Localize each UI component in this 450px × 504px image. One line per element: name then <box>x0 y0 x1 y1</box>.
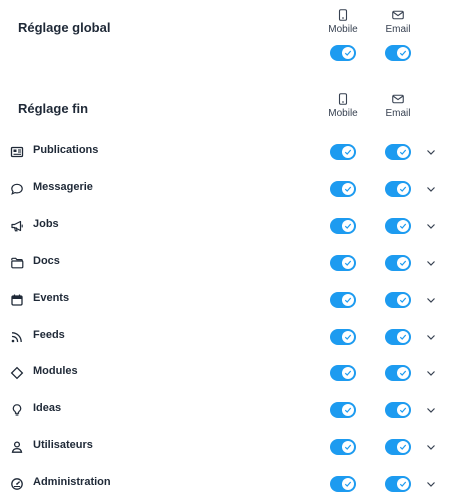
check-icon <box>399 334 407 340</box>
fine-settings-title: Réglage fin <box>18 101 89 116</box>
gauge-icon <box>11 478 23 490</box>
publications-email-toggle[interactable] <box>385 144 411 160</box>
global-settings-title: Réglage global <box>18 20 111 35</box>
check-icon <box>399 50 407 56</box>
events-email-toggle[interactable] <box>385 291 411 308</box>
fine-setting-row-messagerie: Messagerie <box>0 174 450 204</box>
fine-email-label: Email <box>385 108 411 119</box>
fine-setting-row-utilisateurs: Utilisateurs <box>0 432 450 462</box>
mobile-phone-icon <box>338 9 348 21</box>
ideas-mobile-toggle[interactable] <box>330 402 356 419</box>
chevron-down-icon[interactable] <box>425 441 437 453</box>
fine-setting-label: Jobs <box>33 217 59 230</box>
folder-icon <box>11 257 24 269</box>
check-icon <box>399 260 407 266</box>
rss-icon <box>11 331 22 342</box>
fine-setting-row-publications: Publications <box>0 137 450 167</box>
mobile-phone-icon <box>338 93 348 105</box>
check-icon <box>399 481 407 487</box>
feeds-mobile-toggle[interactable] <box>330 328 356 345</box>
fine-email-column-header: Email <box>373 93 423 119</box>
fine-setting-row-feeds: Feeds <box>0 322 450 352</box>
check-icon <box>399 297 407 303</box>
check-icon <box>399 186 407 192</box>
user-icon <box>11 441 23 454</box>
check-icon <box>344 297 352 303</box>
check-icon <box>399 370 407 377</box>
messagerie-mobile-toggle[interactable] <box>330 180 356 197</box>
check-icon <box>344 481 352 487</box>
check-icon <box>344 223 352 229</box>
fine-setting-label: Feeds <box>33 328 65 341</box>
check-icon <box>344 334 352 340</box>
global-mobile-toggle[interactable] <box>330 45 356 61</box>
fine-setting-row-administration: Administration <box>0 469 450 499</box>
chevron-down-icon[interactable] <box>425 146 437 158</box>
administration-email-toggle[interactable] <box>385 476 411 493</box>
envelope-icon <box>392 94 404 104</box>
global-mobile-column-header: Mobile <box>318 9 368 35</box>
fine-setting-label: Events <box>33 291 70 304</box>
jobs-email-toggle[interactable] <box>385 217 411 234</box>
feeds-email-toggle[interactable] <box>385 328 411 345</box>
modules-mobile-toggle[interactable] <box>330 365 356 382</box>
docs-email-toggle[interactable] <box>385 254 411 271</box>
chevron-down-icon[interactable] <box>425 331 437 343</box>
utilisateurs-email-toggle[interactable] <box>385 439 411 456</box>
global-email-column-header: Email <box>373 9 423 35</box>
check-icon <box>344 260 352 266</box>
jobs-mobile-toggle[interactable] <box>330 217 356 234</box>
check-icon <box>344 370 352 377</box>
fine-setting-row-events: Events <box>0 285 450 315</box>
check-icon <box>344 50 352 56</box>
check-icon <box>344 444 352 451</box>
check-icon <box>399 149 407 155</box>
fine-mobile-column-header: Mobile <box>318 93 368 119</box>
chevron-down-icon[interactable] <box>425 183 437 195</box>
events-mobile-toggle[interactable] <box>330 291 356 308</box>
fine-setting-row-jobs: Jobs <box>0 211 450 241</box>
chevron-down-icon[interactable] <box>425 404 437 416</box>
lightbulb-icon <box>12 404 22 416</box>
fine-setting-row-docs: Docs <box>0 248 450 278</box>
global-mobile-label: Mobile <box>328 24 358 35</box>
messagerie-email-toggle[interactable] <box>385 180 411 197</box>
fine-setting-row-ideas: Ideas <box>0 395 450 425</box>
administration-mobile-toggle[interactable] <box>330 476 356 493</box>
newspaper-icon <box>10 146 24 158</box>
fine-setting-label: Administration <box>33 476 111 489</box>
fine-mobile-label: Mobile <box>328 108 358 119</box>
docs-mobile-toggle[interactable] <box>330 254 356 271</box>
chevron-down-icon[interactable] <box>425 478 437 490</box>
fine-setting-label: Docs <box>33 254 60 267</box>
check-icon <box>344 149 352 155</box>
modules-email-toggle[interactable] <box>385 365 411 382</box>
publications-mobile-toggle[interactable] <box>330 144 356 160</box>
utilisateurs-mobile-toggle[interactable] <box>330 439 356 456</box>
global-email-toggle[interactable] <box>385 45 411 61</box>
fine-setting-label: Ideas <box>33 402 62 415</box>
global-email-label: Email <box>385 24 411 35</box>
check-icon <box>344 186 352 192</box>
chevron-down-icon[interactable] <box>425 367 437 379</box>
fine-setting-row-modules: Modules <box>0 358 450 388</box>
calendar-icon <box>11 294 23 306</box>
envelope-icon <box>392 10 404 20</box>
check-icon <box>399 444 407 451</box>
diamond-icon <box>10 367 24 380</box>
fine-setting-label: Utilisateurs <box>33 439 93 452</box>
fine-setting-label: Modules <box>33 365 78 378</box>
chevron-down-icon[interactable] <box>425 220 437 232</box>
chevron-down-icon[interactable] <box>425 294 437 306</box>
check-icon <box>399 223 407 229</box>
chat-bubble-icon <box>11 183 23 195</box>
check-icon <box>344 407 352 414</box>
fine-setting-label: Publications <box>33 144 99 156</box>
fine-setting-label: Messagerie <box>33 180 93 193</box>
ideas-email-toggle[interactable] <box>385 402 411 419</box>
check-icon <box>399 407 407 414</box>
chevron-down-icon[interactable] <box>425 257 437 269</box>
megaphone-icon <box>11 220 23 232</box>
